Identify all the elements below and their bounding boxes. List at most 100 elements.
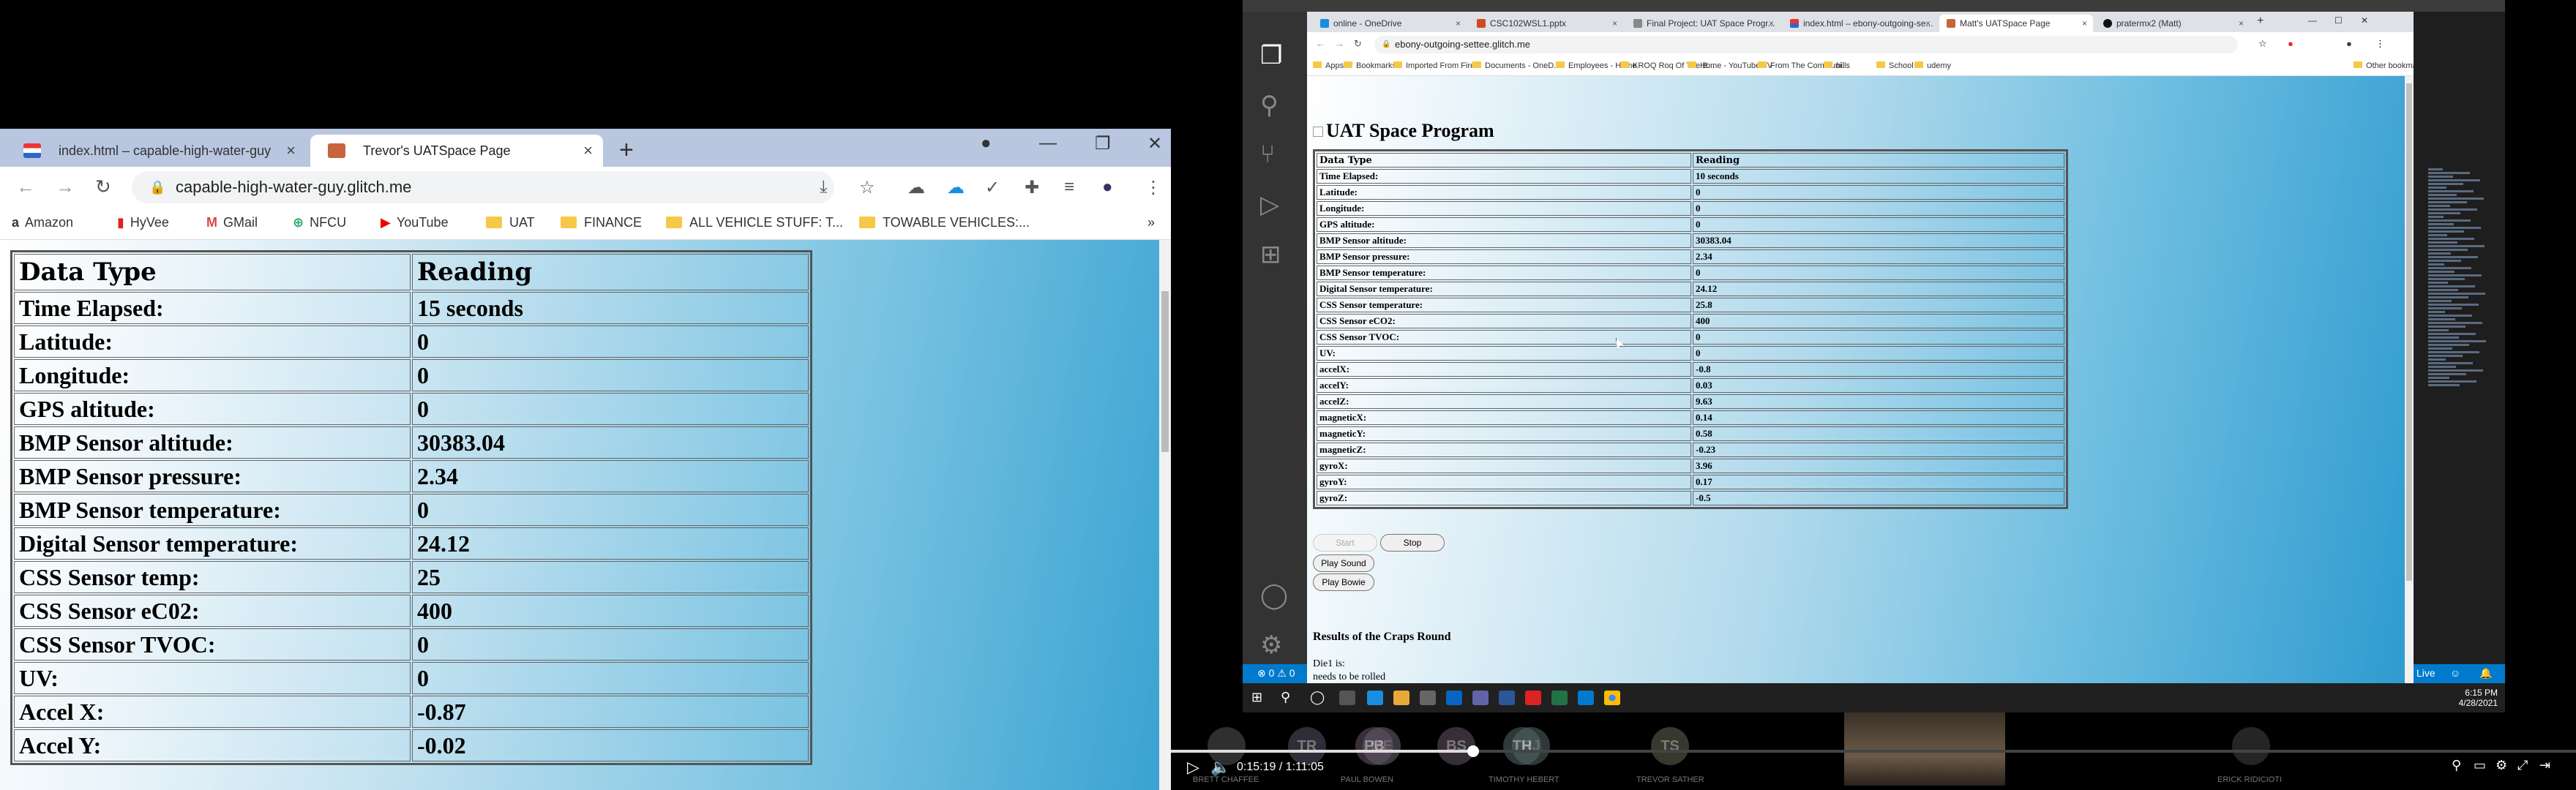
bookmark-item[interactable]: udemy <box>1914 61 1951 70</box>
edge-icon[interactable] <box>1367 691 1383 705</box>
check-circle-icon[interactable]: ✓ <box>985 177 1000 198</box>
avatar[interactable]: ● <box>2346 38 2352 49</box>
search-icon[interactable]: ⚲ <box>2452 758 2461 773</box>
address-bar[interactable]: 🔒 ebony-outgoing-settee.glitch.me <box>1374 36 2238 53</box>
media-icon[interactable]: ≡ <box>1064 177 1074 198</box>
cloud-upload-icon[interactable]: ☁ <box>907 177 925 198</box>
settings-gear-icon[interactable]: ⚙ <box>2496 758 2507 773</box>
bookmark-item[interactable]: Imported From Fire... <box>1393 61 1481 70</box>
new-tab-button[interactable]: + <box>2257 15 2264 28</box>
close-window-icon[interactable]: ✕ <box>2361 15 2368 26</box>
menu-icon[interactable]: ⋮ <box>1145 177 1162 198</box>
bookmark-hyvee[interactable]: ▮ HyVee <box>117 215 169 230</box>
excel-icon[interactable] <box>1551 691 1568 705</box>
minimap[interactable] <box>2419 102 2505 673</box>
vscode-icon[interactable] <box>1578 691 1594 705</box>
bookmark-item[interactable]: Documents - OneD... <box>1472 61 1560 70</box>
reload-icon[interactable]: ↻ <box>95 176 111 198</box>
progress-knob[interactable] <box>1467 745 1479 757</box>
progress-bar[interactable] <box>1171 745 2576 757</box>
file-explorer-icon[interactable] <box>1393 691 1409 705</box>
maximize-icon[interactable]: ☐ <box>2334 15 2343 26</box>
acrobat-icon[interactable] <box>1525 691 1541 705</box>
run-debug-icon[interactable]: ▷ <box>1260 190 1279 219</box>
scrollbar-thumb[interactable] <box>1161 291 1169 452</box>
forward-icon[interactable]: → <box>56 176 75 198</box>
close-icon[interactable]: × <box>1612 15 1617 32</box>
fullscreen-icon[interactable]: ⤢ <box>2517 758 2528 773</box>
bookmark-amazon[interactable]: a Amazon <box>12 215 73 230</box>
extension-icon[interactable]: ● <box>2288 38 2294 49</box>
scrollbar[interactable] <box>1159 240 1171 790</box>
tab-search-icon[interactable]: ● <box>981 133 992 154</box>
bookmark-nfcu[interactable]: ⊕ NFCU <box>293 215 346 230</box>
maximize-icon[interactable]: ❐ <box>1095 133 1111 154</box>
bookmark-item[interactable]: bills <box>1824 61 1850 70</box>
close-icon[interactable]: × <box>1456 15 1461 32</box>
extensions-icon[interactable]: ⊞ <box>1260 240 1281 269</box>
close-icon[interactable]: × <box>2082 15 2087 32</box>
scrollbar-thumb[interactable] <box>2406 83 2412 581</box>
bookmark-youtube[interactable]: ▶ YouTube <box>381 215 449 230</box>
search-icon[interactable]: ⚲ <box>1260 91 1278 120</box>
bookmark-gmail[interactable]: M GMail <box>206 215 258 230</box>
bookmark-item[interactable]: Other bookmarks <box>2354 61 2414 70</box>
word-icon[interactable] <box>1499 691 1515 705</box>
bookmark-towable[interactable]: TOWABLE VEHICLES:... <box>859 215 1030 230</box>
star-icon[interactable]: ☆ <box>2258 38 2267 50</box>
bookmarks-overflow-icon[interactable]: » <box>1147 215 1155 230</box>
tab-onedrive[interactable]: online - OneDrive × <box>1313 15 1467 32</box>
bookmark-item[interactable]: Apps <box>1313 61 1344 70</box>
taskbar-app-icon[interactable] <box>1339 691 1355 705</box>
tab-matts-page[interactable]: Matt's UATSpace Page × <box>1939 15 2093 32</box>
scrollbar[interactable] <box>2405 76 2414 683</box>
bookmark-finance[interactable]: FINANCE <box>561 215 642 230</box>
close-icon[interactable]: × <box>286 135 296 167</box>
menu-icon[interactable]: ⋮ <box>2375 38 2385 50</box>
minimize-icon[interactable]: — <box>2308 15 2317 26</box>
bell-icon[interactable]: 🔔 <box>2479 667 2492 680</box>
captions-icon[interactable]: ▭ <box>2474 758 2486 773</box>
teams-icon[interactable] <box>1472 691 1489 705</box>
chrome-icon[interactable] <box>1604 691 1620 705</box>
tab-index-html[interactable]: index.html – capable-high-water-guy × <box>6 135 306 167</box>
close-icon[interactable]: × <box>1925 15 1931 32</box>
close-icon[interactable]: × <box>1769 15 1774 32</box>
back-icon[interactable]: ← <box>1316 38 1325 49</box>
play-bowie-button[interactable]: Play Bowie <box>1313 573 1374 591</box>
stop-button[interactable]: Stop <box>1380 534 1445 552</box>
mail-icon[interactable] <box>1446 691 1462 705</box>
bookmark-item[interactable]: Bookmarks <box>1344 61 1396 70</box>
participant-avatar[interactable]: TR <box>1288 727 1326 765</box>
new-tab-button[interactable]: + <box>619 138 634 162</box>
search-icon[interactable]: ⚲ <box>1281 690 1290 705</box>
back-icon[interactable]: ← <box>16 176 35 198</box>
minimize-icon[interactable]: — <box>1039 133 1057 154</box>
bookmark-uat[interactable]: UAT <box>486 215 535 230</box>
close-window-icon[interactable]: ✕ <box>1147 133 1162 154</box>
forward-icon[interactable]: → <box>1335 38 1344 49</box>
problems-indicator[interactable]: ⊗ 0 ⚠ 0 <box>1257 667 1295 680</box>
avatar[interactable]: ● <box>1102 177 1113 198</box>
start-button[interactable]: Start <box>1313 534 1377 552</box>
play-icon[interactable]: ▷ <box>1187 758 1199 777</box>
reload-icon[interactable]: ↻ <box>1354 38 1362 50</box>
volume-icon[interactable]: 🔈 <box>1210 758 1230 777</box>
live-share-status[interactable]: Live <box>2416 667 2435 679</box>
tab-trevors-page[interactable]: Trevor's UATSpace Page × <box>310 135 603 167</box>
star-icon[interactable]: ☆ <box>859 177 875 198</box>
task-view-icon[interactable]: ◯ <box>1310 690 1325 705</box>
play-sound-button[interactable]: Play Sound <box>1313 554 1374 572</box>
store-icon[interactable] <box>1420 691 1436 705</box>
share-icon[interactable]: ⇥ <box>2539 758 2550 773</box>
participant-avatar[interactable]: TS <box>1651 727 1689 765</box>
explorer-icon[interactable]: ❐ <box>1260 41 1282 70</box>
windows-start-icon[interactable]: ⊞ <box>1251 690 1262 705</box>
participant-avatar[interactable]: TH <box>1503 727 1541 765</box>
tab-pptx[interactable]: CSC102WSL1.pptx × <box>1469 15 1623 32</box>
install-icon[interactable]: ⤓ <box>820 177 828 198</box>
participant-avatar[interactable] <box>2232 727 2270 765</box>
feedback-icon[interactable]: ☺ <box>2450 667 2460 679</box>
bookmark-vehicle[interactable]: ALL VEHICLE STUFF: T... <box>666 215 843 230</box>
source-control-icon[interactable]: ⑂ <box>1260 140 1275 169</box>
